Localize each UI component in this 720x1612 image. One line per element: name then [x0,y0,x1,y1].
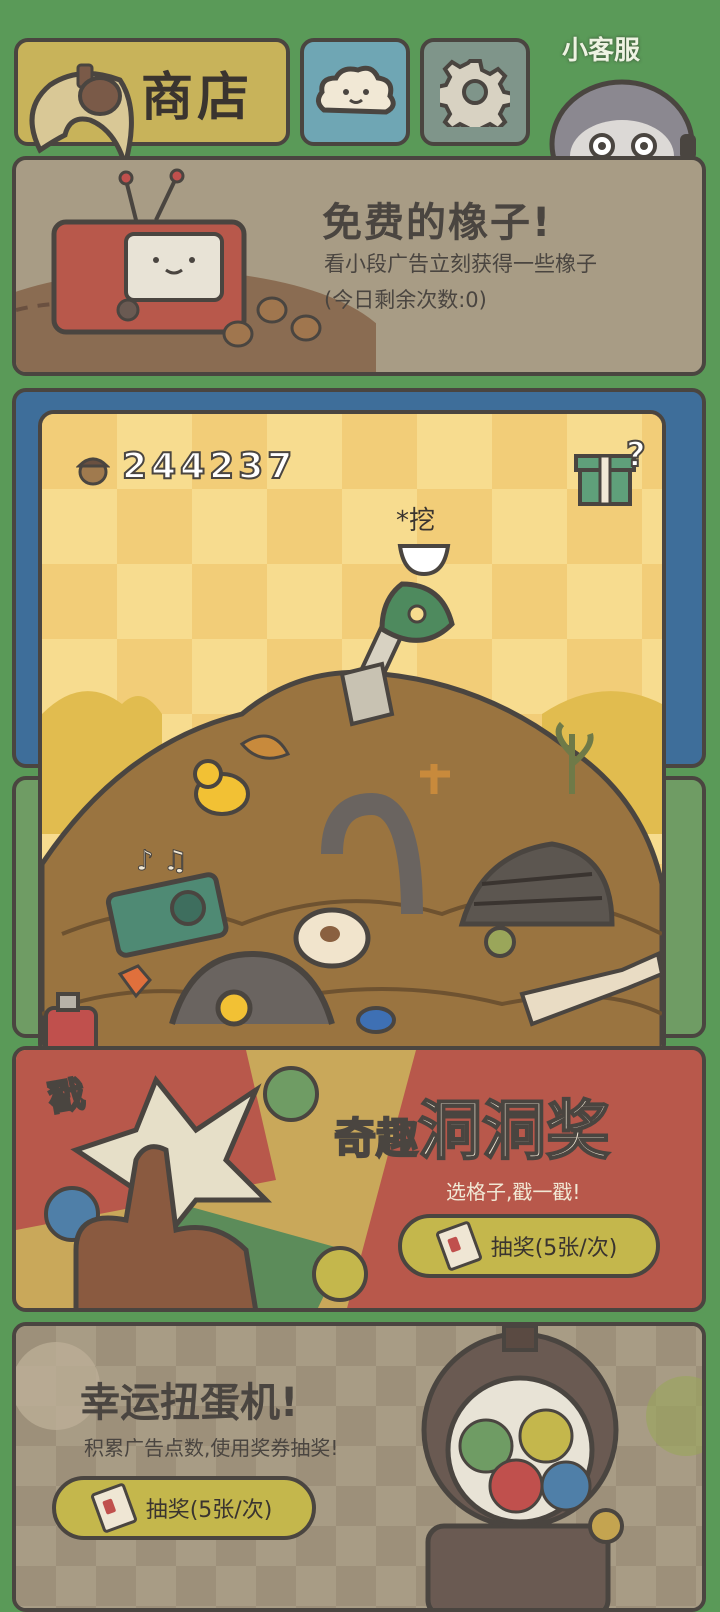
back-arrow-icon[interactable] [10,40,150,175]
gacha-background [16,1326,702,1608]
svg-text:♪ ♫: ♪ ♫ [136,844,188,877]
ticket-icon [89,1482,138,1534]
settings-button[interactable] [420,38,530,146]
lottery-title: 奇趣洞洞奖 [333,1080,611,1172]
free-acorns-title: 免费的橡子! [322,200,553,246]
gacha-title: 幸运扭蛋机! [80,1380,299,1426]
gear-icon [440,59,510,127]
lottery-draw-label: 抽奖(5张/次) [490,1236,618,1261]
ticket-icon [434,1220,483,1272]
weather-button[interactable] [300,38,410,146]
lottery-title-big: 洞洞奖 [417,1094,611,1170]
lottery-card[interactable]: 戳 奇趣洞洞奖 选格子,戳一戳! 抽奖(5张/次) [12,1046,706,1312]
cloud-icon [316,65,396,115]
support-button[interactable]: 小客服 [540,28,706,164]
shop-label: 商店 [140,67,253,128]
free-acorns-remaining: (今日剩余次数:0) [324,288,487,312]
dirt-pile[interactable]: ♪ ♫ [42,414,662,1056]
gacha-card[interactable]: 幸运扭蛋机! 积累广告点数,使用奖券抽奖! 抽奖(5张/次) [12,1322,706,1612]
gacha-subtitle: 积累广告点数,使用奖券抽奖! [84,1436,339,1460]
lottery-title-small: 奇趣 [333,1113,419,1164]
gacha-draw-button[interactable]: 抽奖(5张/次) [52,1476,316,1540]
support-avatar-icon [549,79,696,164]
gacha-draw-label: 抽奖(5张/次) [145,1498,273,1523]
lottery-subtitle: 选格子,戳一戳! [446,1180,581,1204]
lottery-draw-button[interactable]: 抽奖(5张/次) [398,1214,660,1278]
support-label: 小客服 [562,36,641,66]
free-acorns-subtitle: 看小段广告立刻获得一些橡子 [324,252,597,276]
free-acorns-card[interactable]: 免费的橡子! 看小段广告立刻获得一些橡子 (今日剩余次数:0) [12,156,706,376]
dig-popup[interactable]: 244237 ? *挖 ♪ ♫ [38,410,666,1060]
